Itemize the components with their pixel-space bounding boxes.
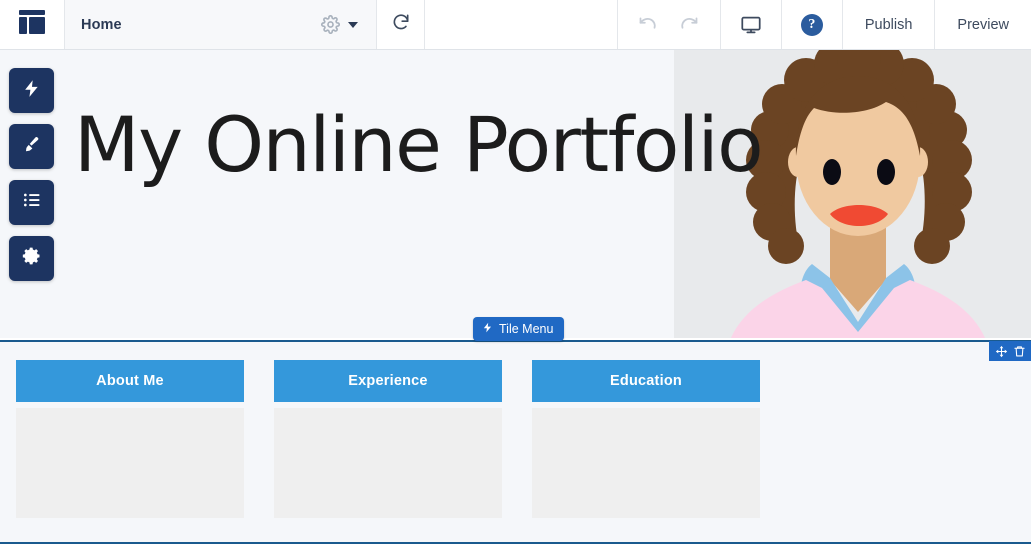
app-logo-button[interactable] (0, 0, 65, 49)
tile-menu-label: Tile Menu (499, 322, 554, 336)
preview-button[interactable]: Preview (935, 0, 1031, 49)
tile-button-education[interactable]: Education (532, 360, 760, 402)
layout-grid-icon (18, 9, 46, 40)
gear-icon[interactable] (318, 13, 342, 37)
list-icon (22, 190, 42, 215)
toolbar-spacer (425, 0, 618, 49)
tile-button-about-me[interactable]: About Me (16, 360, 244, 402)
page-selector[interactable]: Home (65, 0, 377, 49)
reload-icon (391, 12, 411, 37)
help-button[interactable]: ? (791, 13, 833, 36)
chevron-down-icon[interactable] (342, 13, 364, 37)
question-mark-icon: ? (800, 13, 823, 36)
tile-content-placeholder[interactable] (274, 408, 502, 518)
tile-card[interactable]: About Me (16, 360, 244, 518)
device-preview-group (721, 0, 782, 49)
tile-content-placeholder[interactable] (16, 408, 244, 518)
top-toolbar: Home ? Publish Preview (0, 0, 1031, 50)
editor-canvas: My Online Portfolio Tile Menu About Me E… (0, 50, 1031, 544)
design-tool-button[interactable] (9, 124, 54, 169)
page-title: My Online Portfolio (74, 100, 764, 189)
help-group: ? (782, 0, 843, 49)
desktop-monitor-button[interactable] (730, 14, 772, 36)
tile-card[interactable]: Education (532, 360, 760, 518)
woman-avatar-illustration (730, 50, 986, 338)
lightning-bolt-icon (22, 79, 41, 103)
move-arrows-icon[interactable] (993, 343, 1009, 359)
caret-shape (348, 21, 358, 28)
tile-button-experience[interactable]: Experience (274, 360, 502, 402)
publish-button[interactable]: Publish (843, 0, 936, 49)
tile-menu-tool-button[interactable] (9, 68, 54, 113)
undo-button[interactable] (627, 14, 669, 35)
lightning-bolt-icon (482, 321, 493, 337)
tile-section-selected[interactable]: About Me Experience Education (0, 340, 1031, 544)
reload-button[interactable] (377, 0, 425, 49)
hero-image-panel[interactable] (674, 50, 1031, 338)
selection-toolbar (989, 341, 1031, 361)
pages-tool-button[interactable] (9, 180, 54, 225)
tiles-row: About Me Experience Education (0, 342, 760, 518)
page-name-label: Home (81, 16, 122, 33)
hero-section[interactable]: My Online Portfolio (0, 50, 1031, 338)
settings-tool-button[interactable] (9, 236, 54, 281)
trash-icon[interactable] (1011, 343, 1027, 359)
gear-icon (22, 246, 42, 271)
history-button-group (618, 0, 721, 49)
tile-content-placeholder[interactable] (532, 408, 760, 518)
editor-tool-rail (9, 68, 54, 281)
tile-menu-badge[interactable]: Tile Menu (473, 317, 565, 341)
redo-button[interactable] (669, 14, 711, 35)
paint-brush-icon (22, 135, 41, 159)
tile-card[interactable]: Experience (274, 360, 502, 518)
